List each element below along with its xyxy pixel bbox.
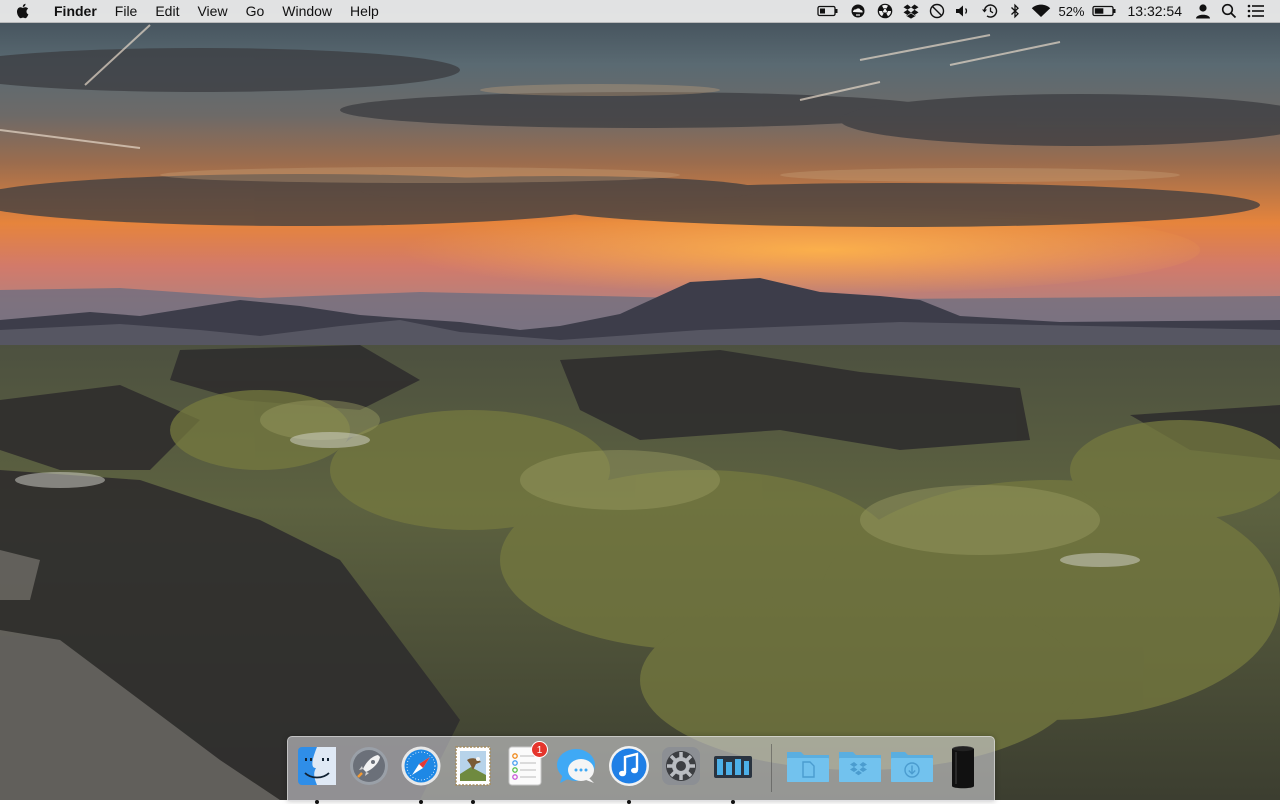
dock-item-trash[interactable]: [941, 744, 985, 790]
menu-help[interactable]: Help: [341, 0, 388, 22]
wifi-icon[interactable]: [1031, 0, 1051, 22]
volume-icon[interactable]: [955, 0, 971, 22]
dock-item-messages[interactable]: [555, 744, 599, 790]
dock-item-itunes[interactable]: [607, 744, 651, 804]
running-indicator: [731, 800, 735, 804]
menu-bar-clock[interactable]: 13:32:54: [1128, 3, 1183, 19]
battery-percentage[interactable]: 52%: [1058, 4, 1084, 19]
dock-item-istat-menus[interactable]: [711, 744, 755, 804]
meters-icon: [714, 756, 752, 778]
itunes-note-icon: [609, 746, 649, 786]
dock-separator: [771, 744, 772, 792]
dock-item-launchpad[interactable]: [347, 744, 391, 790]
menu-view[interactable]: View: [188, 0, 236, 22]
dock-item-safari[interactable]: [399, 744, 443, 804]
dock: 1: [287, 736, 995, 804]
desktop-wallpaper: [0, 0, 1280, 800]
dropbox-icon[interactable]: [903, 0, 919, 22]
dock-item-mail[interactable]: [451, 744, 495, 804]
dock-item-dropbox-folder[interactable]: [837, 744, 881, 790]
notification-badge: 1: [531, 741, 548, 758]
downloads-folder-icon: [891, 752, 933, 782]
battery-icon[interactable]: [1091, 0, 1117, 22]
cloud-sync-icon[interactable]: [849, 0, 867, 22]
dropbox-folder-icon: [839, 752, 881, 782]
launchpad-rocket-icon: [350, 747, 388, 785]
finder-icon: [298, 747, 336, 785]
spotlight-search-icon[interactable]: [1221, 0, 1237, 22]
running-indicator: [315, 800, 319, 804]
menu-bar: Finder File Edit View Go Window Help 52%…: [0, 0, 1280, 23]
radiation-icon[interactable]: [877, 0, 893, 22]
menu-edit[interactable]: Edit: [146, 0, 188, 22]
battery-level-fill: [1094, 8, 1103, 14]
app-menu-finder[interactable]: Finder: [44, 0, 106, 22]
running-indicator: [627, 800, 631, 804]
notification-center-icon[interactable]: [1247, 0, 1265, 22]
mail-stamp-icon: [455, 746, 491, 786]
do-not-disturb-icon[interactable]: [929, 0, 945, 22]
safari-compass-icon: [401, 746, 441, 786]
running-indicator: [419, 800, 423, 804]
battery-meter-icon[interactable]: [817, 0, 839, 22]
menu-file[interactable]: File: [106, 0, 147, 22]
trash-can-icon: [952, 746, 974, 789]
gear-icon: [662, 747, 700, 785]
dock-item-system-preferences[interactable]: [659, 744, 703, 790]
menu-window[interactable]: Window: [273, 0, 341, 22]
bluetooth-icon[interactable]: [1009, 0, 1021, 22]
documents-folder-icon: [787, 752, 829, 782]
dock-item-reminders[interactable]: 1: [503, 741, 548, 790]
user-icon[interactable]: [1195, 0, 1211, 22]
time-machine-icon[interactable]: [981, 0, 999, 22]
dock-item-documents-folder[interactable]: [785, 744, 829, 790]
menu-bar-left: Finder File Edit View Go Window Help: [0, 0, 388, 22]
menu-go[interactable]: Go: [237, 0, 274, 22]
menu-bar-extras: 52% 13:32:54: [812, 0, 1280, 22]
dock-item-finder[interactable]: [295, 744, 339, 804]
apple-menu-icon[interactable]: [0, 0, 44, 22]
running-indicator: [471, 800, 475, 804]
messages-bubble-icon: [557, 749, 595, 783]
dock-item-downloads-folder[interactable]: [889, 744, 933, 790]
